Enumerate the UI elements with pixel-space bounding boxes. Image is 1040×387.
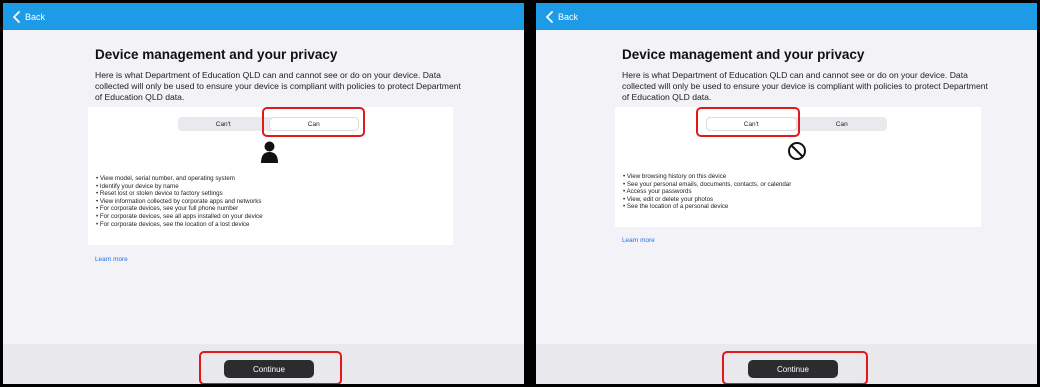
list-item: For corporate devices, see all apps inst… (96, 213, 263, 221)
page-title: Device management and your privacy (95, 47, 338, 62)
list-item: Reset lost or stolen device to factory s… (96, 190, 263, 198)
list-item: View browsing history on this device (623, 173, 791, 181)
list-item: View information collected by corporate … (96, 198, 263, 206)
list-item: See your personal emails, documents, con… (623, 181, 791, 189)
tab-cant[interactable]: Can't (179, 118, 268, 130)
page-title: Device management and your privacy (622, 47, 865, 62)
list-item: Access your passwords (623, 188, 791, 196)
learn-more-link[interactable]: Learn more (622, 237, 655, 244)
chevron-left-icon (12, 10, 20, 23)
list-item: For corporate devices, see your full pho… (96, 205, 263, 213)
top-bar: Back (536, 3, 1037, 30)
page-description: Here is what Department of Education QLD… (622, 70, 988, 102)
list-item: See the location of a personal device (623, 203, 791, 211)
highlight-can (262, 107, 365, 137)
screen-can: Back Device management and your privacy … (0, 0, 527, 387)
prohibited-icon (788, 142, 806, 160)
person-icon (261, 141, 278, 163)
highlight-continue (199, 351, 342, 384)
back-button[interactable]: Back (12, 10, 46, 23)
back-button[interactable]: Back (545, 10, 579, 23)
highlight-cant (696, 107, 800, 137)
can-list: View model, serial number, and operating… (96, 175, 263, 228)
top-bar: Back (3, 3, 524, 30)
back-label: Back (25, 11, 46, 22)
cant-list: View browsing history on this device See… (623, 173, 792, 211)
page-description: Here is what Department of Education QLD… (95, 70, 461, 102)
list-item: For corporate devices, see the location … (96, 221, 263, 229)
list-item: Identify your device by name (96, 183, 263, 191)
chevron-left-icon (545, 10, 553, 23)
screen-cant: Back Device management and your privacy … (533, 0, 1040, 387)
learn-more-link[interactable]: Learn more (95, 256, 128, 263)
list-item: View, edit or delete your photos (623, 196, 791, 204)
back-label: Back (558, 11, 579, 22)
tab-can[interactable]: Can (798, 118, 887, 130)
list-item: View model, serial number, and operating… (96, 175, 263, 183)
highlight-continue (722, 351, 868, 384)
